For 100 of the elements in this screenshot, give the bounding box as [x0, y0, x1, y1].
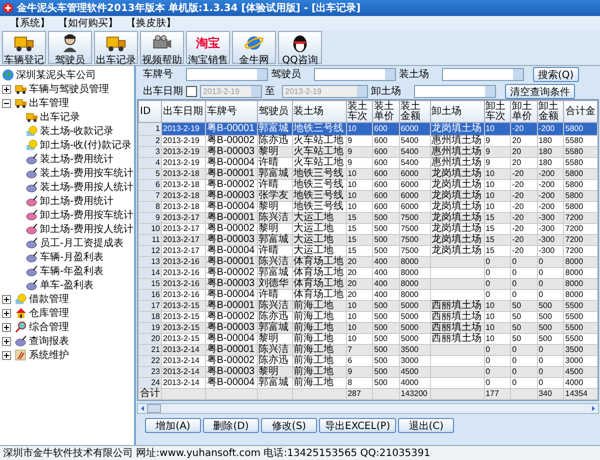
toolbar-button[interactable]: QQ咨询	[278, 31, 322, 64]
action-button[interactable]: 导出EXCEL(P)	[319, 418, 396, 432]
row-number: 13	[138, 256, 162, 268]
disc-icon	[26, 237, 38, 249]
tree-item[interactable]: 车辆与驾驶员管理	[29, 82, 109, 96]
site-dropdown[interactable]	[442, 68, 524, 80]
tree-item[interactable]: 查询报表	[29, 334, 69, 348]
column-header[interactable]: 驾驶员	[257, 100, 292, 122]
column-header[interactable]: 装土金额	[399, 100, 430, 122]
tree-item[interactable]: 车辆-月盈利表	[40, 250, 104, 264]
table-cell: 张学友	[257, 190, 292, 202]
action-button[interactable]: 修改(S)	[261, 418, 317, 432]
site-dropdown[interactable]	[414, 84, 496, 98]
toolbar-button[interactable]: 驾驶员	[48, 31, 92, 64]
table-cell: 粤B-00003	[205, 146, 258, 158]
expand-toggle[interactable]	[2, 322, 11, 332]
field-label: 至	[265, 85, 276, 98]
tree-item[interactable]: 卸土场-费用按车统计	[40, 208, 134, 222]
tree-item[interactable]: 出车记录	[40, 110, 80, 124]
table-cell: 龙岗填土场	[430, 122, 484, 136]
table-cell: 前海工地	[292, 344, 346, 356]
expand-toggle[interactable]	[2, 350, 11, 360]
driver-dropdown[interactable]	[314, 68, 396, 80]
row-number: 17	[138, 300, 162, 312]
toolbar-button[interactable]: 淘宝 淘宝销售	[186, 31, 230, 64]
scrollbar-thumb[interactable]	[147, 404, 161, 413]
table-cell: 郭富城	[257, 234, 292, 246]
horizontal-scrollbar[interactable]	[137, 403, 599, 414]
disc-icon	[26, 251, 38, 263]
table-cell: 粤B-00003	[205, 322, 258, 334]
tree-item[interactable]: 卸土场-收(付)款记录	[40, 138, 132, 152]
table-cell: 龙岗填土场	[430, 190, 484, 202]
toolbar-button[interactable]: 车辆登记	[2, 31, 46, 64]
expand-toggle[interactable]	[2, 336, 11, 346]
column-header[interactable]: 卸土车次	[484, 100, 511, 122]
column-header[interactable]: 装土单价	[372, 100, 400, 122]
action-button[interactable]: 删除(D)	[203, 418, 259, 432]
tree-item[interactable]: 单车-盈利表	[40, 278, 94, 292]
plate-dropdown[interactable]	[186, 68, 268, 80]
table-cell: 火车站工地	[292, 146, 346, 158]
menu-item[interactable]: 【如何购买】	[58, 16, 118, 30]
tree-item[interactable]: 深圳某泥头车公司	[16, 68, 96, 82]
row-number: 21	[138, 344, 162, 356]
toolbar-button[interactable]: 视频帮助	[140, 31, 184, 64]
row-number: 6	[138, 180, 162, 190]
action-button[interactable]: 退出(C)	[398, 418, 454, 432]
row-number: 12	[138, 246, 162, 256]
table-cell: 粤B-00003	[205, 234, 258, 246]
menu-item[interactable]: 【换皮肤】	[126, 16, 176, 30]
table-cell: 西丽填土场	[430, 300, 484, 312]
field-label: 驾驶员	[271, 68, 302, 81]
disc-icon	[15, 335, 27, 347]
search-button[interactable]: 搜索(Q)	[533, 66, 579, 82]
column-header[interactable]: 装土场	[292, 100, 346, 122]
tree-item[interactable]: 卸土场-费用统计	[40, 194, 114, 208]
action-button[interactable]: 增加(A)	[145, 418, 201, 432]
row-number: 11	[138, 234, 162, 246]
column-header[interactable]: ID	[138, 100, 162, 122]
expand-toggle[interactable]	[2, 294, 11, 304]
column-header[interactable]: 卸土场	[430, 100, 484, 122]
tree-item[interactable]: 装土场-收款记录	[40, 124, 114, 138]
toolbar-button[interactable]: 出车记录	[94, 31, 138, 64]
tree-item[interactable]: 装土场-费用统计	[40, 152, 114, 166]
tree-item[interactable]: 仓库管理	[29, 306, 69, 320]
coin-icon	[15, 293, 27, 305]
clear-button[interactable]: 清空查询条件	[505, 84, 575, 98]
tree-item[interactable]: 车辆-年盈利表	[40, 264, 104, 278]
column-header[interactable]: 装土车次	[346, 100, 373, 122]
column-header[interactable]: 车牌号	[205, 100, 258, 122]
table-cell: 郭富城	[257, 322, 292, 334]
row-number: 2	[138, 136, 162, 146]
magnifier-icon	[15, 321, 27, 333]
table-cell: 大运工地	[292, 234, 346, 246]
menu-item[interactable]: 【系统】	[10, 16, 50, 30]
table-cell: 刘德华	[257, 278, 292, 290]
tree-item[interactable]: 卸土场-费用按人统计	[40, 222, 134, 236]
tree-item[interactable]: 员工-月工资提成表	[40, 236, 124, 250]
column-header[interactable]: 合计金	[564, 100, 598, 122]
tree-item[interactable]: 装土场-费用按车统计	[40, 166, 134, 180]
table-cell: 大运工地	[292, 212, 346, 224]
row-number: 8	[138, 202, 162, 212]
tree-item[interactable]: 出车管理	[29, 96, 69, 110]
column-header[interactable]: 出车日期	[162, 100, 206, 122]
tree-item[interactable]: 借款管理	[29, 292, 69, 306]
table-cell: 前海工地	[292, 300, 346, 312]
column-header[interactable]: 卸土金额	[537, 100, 564, 122]
column-header[interactable]: 卸土单价	[510, 100, 538, 122]
table-cell: 前海工地	[292, 366, 346, 378]
expand-toggle[interactable]	[2, 308, 11, 318]
expand-toggle[interactable]	[2, 84, 11, 94]
coin-icon	[26, 125, 38, 137]
tree-item[interactable]: 系统维护	[29, 348, 69, 362]
window-title: 金牛泥头车管理软件2013年版本 单机版:1.3.34 [体验试用版] - [出车记录]	[17, 1, 361, 15]
checkbox[interactable]	[186, 86, 197, 96]
expand-toggle[interactable]	[2, 98, 11, 108]
disc-icon	[26, 223, 38, 235]
tree-item[interactable]: 装土场-费用按人统计	[40, 180, 134, 194]
table-cell: 体育场工地	[292, 256, 346, 268]
toolbar-button[interactable]: 金牛网	[232, 31, 276, 64]
tree-item[interactable]: 综合管理	[29, 320, 69, 334]
